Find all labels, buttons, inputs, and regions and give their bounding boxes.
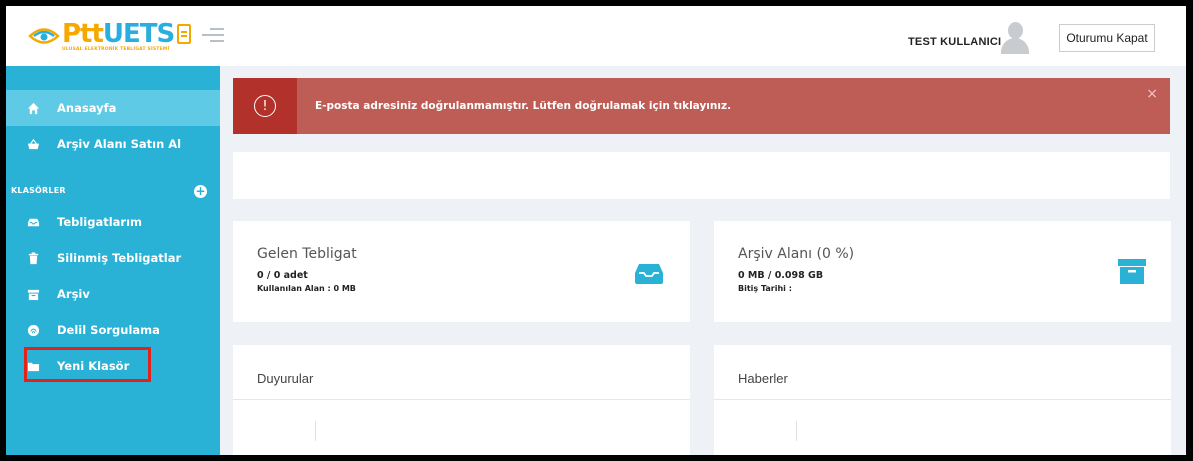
sidebar-item-label: Delil Sorgulama	[57, 323, 160, 337]
logo-uets-text: UETS	[102, 18, 175, 49]
email-verification-alert[interactable]: ! E-posta adresiniz doğrulanmamıştır. Lü…	[233, 78, 1170, 134]
top-header: PttUETS ULUSAL ELEKTRONİK TEBLİGAT SİSTE…	[6, 6, 1186, 66]
exclamation-icon: !	[254, 95, 276, 117]
blank-panel	[233, 152, 1170, 199]
trash-icon	[26, 251, 40, 265]
sidebar-item-archive[interactable]: Arşiv	[6, 276, 220, 312]
sidebar-item-notifications[interactable]: Tebligatlarım	[6, 204, 220, 240]
logo-wordmark: PttUETS	[62, 18, 192, 49]
basket-icon	[26, 137, 40, 151]
panel-title: Haberler	[738, 371, 788, 386]
inbox-icon	[635, 264, 663, 284]
card-title: Arşiv Alanı (0 %)	[738, 246, 855, 262]
alert-text[interactable]: E-posta adresiniz doğrulanmamıştır. Lütf…	[315, 100, 731, 112]
logout-button[interactable]: Oturumu Kapat	[1059, 24, 1155, 52]
sidebar-item-buy-archive[interactable]: Arşiv Alanı Satın Al	[6, 126, 220, 162]
panel-title: Duyurular	[257, 371, 314, 386]
eye-logo-icon	[28, 28, 60, 44]
sidebar-item-deleted[interactable]: Silinmiş Tebligatlar	[6, 240, 220, 276]
app-window: PttUETS ULUSAL ELEKTRONİK TEBLİGAT SİSTE…	[6, 6, 1186, 455]
close-icon[interactable]: ×	[1146, 86, 1158, 102]
add-folder-icon[interactable]: +	[194, 185, 207, 198]
logo-text: PttUETS ULUSAL ELEKTRONİK TEBLİGAT SİSTE…	[62, 18, 192, 52]
sidebar-item-label: Silinmiş Tebligatlar	[57, 251, 182, 265]
archive-size: 0 MB / 0.098 GB	[738, 270, 824, 281]
new-folder-highlight-box	[24, 347, 151, 382]
avatar[interactable]	[1000, 20, 1030, 54]
home-icon	[26, 101, 40, 115]
user-name: TEST KULLANICI	[908, 36, 1002, 48]
archive-icon	[1118, 259, 1146, 284]
notification-count: 0 / 0 adet	[257, 270, 308, 281]
sidebar-item-label: Tebligatlarım	[57, 215, 143, 229]
logo-subtitle: ULUSAL ELEKTRONİK TEBLİGAT SİSTEMİ	[62, 46, 170, 52]
sidebar-item-label: Arşiv Alanı Satın Al	[57, 137, 182, 151]
sidebar-item-label: Anasayfa	[57, 101, 117, 115]
menu-toggle-icon[interactable]	[202, 28, 224, 44]
expiry-date: Bitiş Tarihi :	[738, 284, 792, 293]
sidebar-item-home[interactable]: Anasayfa	[6, 90, 220, 126]
alert-icon-box: !	[233, 78, 297, 134]
sidebar: Anasayfa Arşiv Alanı Satın Al KLASÖRLER …	[6, 66, 220, 455]
sidebar-item-label: Arşiv	[57, 287, 90, 301]
archive-icon	[26, 287, 40, 301]
archive-space-card[interactable]: Arşiv Alanı (0 %) 0 MB / 0.098 GB Bitiş …	[714, 221, 1171, 322]
news-panel: Haberler	[714, 345, 1171, 455]
sidebar-item-evidence-query[interactable]: Delil Sorgulama	[6, 312, 220, 348]
inbox-icon	[26, 215, 40, 229]
logo[interactable]: PttUETS ULUSAL ELEKTRONİK TEBLİGAT SİSTE…	[6, 6, 220, 66]
document-icon	[177, 23, 192, 44]
announcements-panel: Duyurular	[233, 345, 690, 455]
incoming-notifications-card[interactable]: Gelen Tebligat 0 / 0 adet Kullanılan Ala…	[233, 221, 690, 322]
card-title: Gelen Tebligat	[257, 246, 357, 262]
folders-section-label: KLASÖRLER	[11, 186, 66, 195]
logo-ptt-text: Ptt	[62, 18, 104, 49]
fingerprint-icon	[26, 323, 40, 337]
used-space: Kullanılan Alan : 0 MB	[257, 284, 356, 293]
